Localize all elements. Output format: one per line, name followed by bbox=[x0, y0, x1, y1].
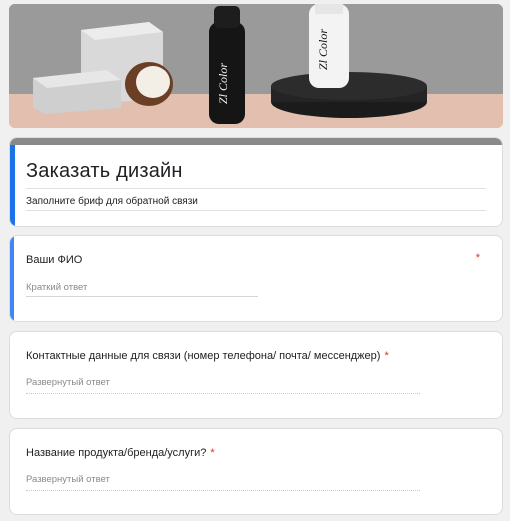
form-header-card: Заказать дизайн Заполните бриф для обрат… bbox=[9, 137, 503, 227]
paragraph-answer-underline bbox=[26, 393, 420, 394]
question-card-name[interactable]: Ваши ФИО * Краткий ответ bbox=[9, 235, 503, 322]
required-asterisk: * bbox=[475, 252, 480, 264]
bottle-brand-text-white: Zl Color bbox=[316, 29, 330, 70]
header-banner: Zl Color Zl Color bbox=[9, 4, 503, 128]
title-divider bbox=[26, 188, 486, 189]
form-description: Заполните бриф для обратной связи bbox=[26, 196, 198, 207]
question-title: Контактные данные для связи (номер телеф… bbox=[26, 350, 389, 362]
form-title: Заказать дизайн bbox=[26, 160, 183, 182]
question-title-text: Название продукта/бренда/услуги? bbox=[26, 447, 207, 459]
paragraph-answer-input[interactable]: Развернутый ответ bbox=[26, 377, 110, 388]
paragraph-answer-underline bbox=[26, 490, 420, 491]
question-card-contacts[interactable]: Контактные данные для связи (номер телеф… bbox=[9, 331, 503, 419]
header-accent-top bbox=[10, 138, 502, 145]
question-title: Название продукта/бренда/услуги? * bbox=[26, 447, 215, 459]
short-answer-input[interactable]: Краткий ответ bbox=[26, 282, 87, 293]
question-title-text: Контактные данные для связи (номер телеф… bbox=[26, 350, 381, 362]
short-answer-underline bbox=[26, 296, 258, 297]
header-accent-left bbox=[10, 145, 15, 226]
description-divider bbox=[26, 210, 486, 211]
product-banner-image: Zl Color Zl Color bbox=[9, 4, 503, 128]
question-title: Ваши ФИО bbox=[26, 254, 83, 266]
question-card-product[interactable]: Название продукта/бренда/услуги? * Развер… bbox=[9, 428, 503, 515]
required-asterisk: * bbox=[384, 350, 389, 362]
paragraph-answer-input[interactable]: Развернутый ответ bbox=[26, 474, 110, 485]
required-asterisk: * bbox=[210, 447, 215, 459]
bottle-brand-text-black: Zl Color bbox=[216, 63, 230, 104]
active-question-indicator bbox=[10, 236, 14, 321]
